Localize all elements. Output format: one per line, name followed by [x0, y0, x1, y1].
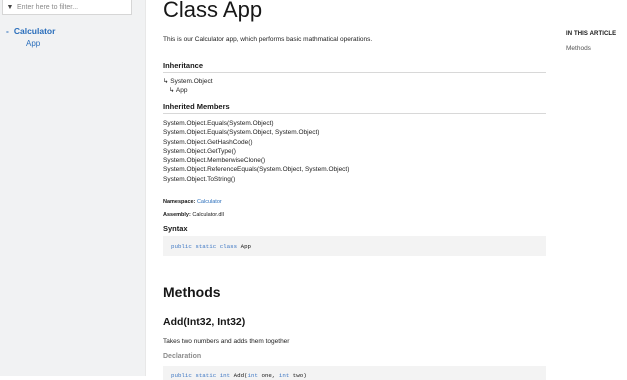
namespace-link[interactable]: Calculator: [197, 199, 222, 205]
member-item[interactable]: System.Object.ToString(): [163, 175, 349, 184]
toc-tree: - Calculator App: [6, 26, 55, 48]
declaration-heading: Declaration: [163, 353, 202, 360]
member-item[interactable]: System.Object.MemberwiseClone(): [163, 156, 349, 165]
assembly-value: Calculator.dll: [192, 212, 224, 218]
class-summary: This is our Calculator app, which perfor…: [163, 36, 373, 43]
page-title: Class App: [163, 0, 263, 22]
methods-heading: Methods: [163, 284, 221, 300]
member-item[interactable]: System.Object.ReferenceEquals(System.Obj…: [163, 165, 349, 174]
syntax-heading: Syntax: [163, 224, 188, 233]
method-summary: Takes two numbers and adds them together: [163, 338, 290, 345]
syntax-code-block: public static class App: [163, 236, 546, 256]
syntax-keywords: public static class: [171, 242, 238, 250]
namespace-row: Namespace: Calculator: [163, 199, 222, 205]
syntax-class-name: App: [240, 242, 252, 250]
member-item[interactable]: System.Object.Equals(System.Object, Syst…: [163, 128, 349, 137]
member-item[interactable]: System.Object.GetType(): [163, 147, 349, 156]
toc-namespace-calculator[interactable]: - Calculator: [6, 26, 55, 36]
sidebar: ▼ Enter here to filter... - Calculator A…: [0, 0, 146, 376]
member-item[interactable]: System.Object.Equals(System.Object): [163, 119, 349, 128]
in-this-article: IN THIS ARTICLE Methods: [566, 31, 616, 52]
member-item[interactable]: System.Object.GetHashCode(): [163, 138, 349, 147]
in-this-article-heading: IN THIS ARTICLE: [566, 31, 617, 37]
in-this-article-link-methods[interactable]: Methods: [566, 45, 616, 52]
inheritance-list: ↳ System.Object ↳ App: [163, 77, 213, 95]
declaration-code-block: public static int Add(int one, int two): [163, 366, 546, 380]
filter-icon: ▼: [6, 3, 14, 11]
inheritance-item: ↳ App: [169, 87, 188, 94]
toc-item-app[interactable]: App: [26, 39, 55, 48]
assembly-label: Assembly: [163, 212, 189, 218]
toc-namespace-label[interactable]: Calculator: [14, 26, 56, 36]
inherited-members-heading: Inherited Members: [163, 102, 546, 114]
assembly-row: Assembly: Calculator.dll: [163, 212, 224, 218]
namespace-label: Namespace: [163, 199, 194, 205]
method-title: Add(Int32, Int32): [163, 316, 246, 328]
inheritance-heading: Inheritance: [163, 61, 546, 73]
filter-input[interactable]: ▼ Enter here to filter...: [2, 0, 132, 15]
inherited-members-list: System.Object.Equals(System.Object) Syst…: [163, 119, 349, 184]
inheritance-item[interactable]: ↳ System.Object: [163, 77, 213, 86]
filter-placeholder: Enter here to filter...: [17, 3, 79, 11]
collapse-icon[interactable]: -: [6, 26, 9, 36]
